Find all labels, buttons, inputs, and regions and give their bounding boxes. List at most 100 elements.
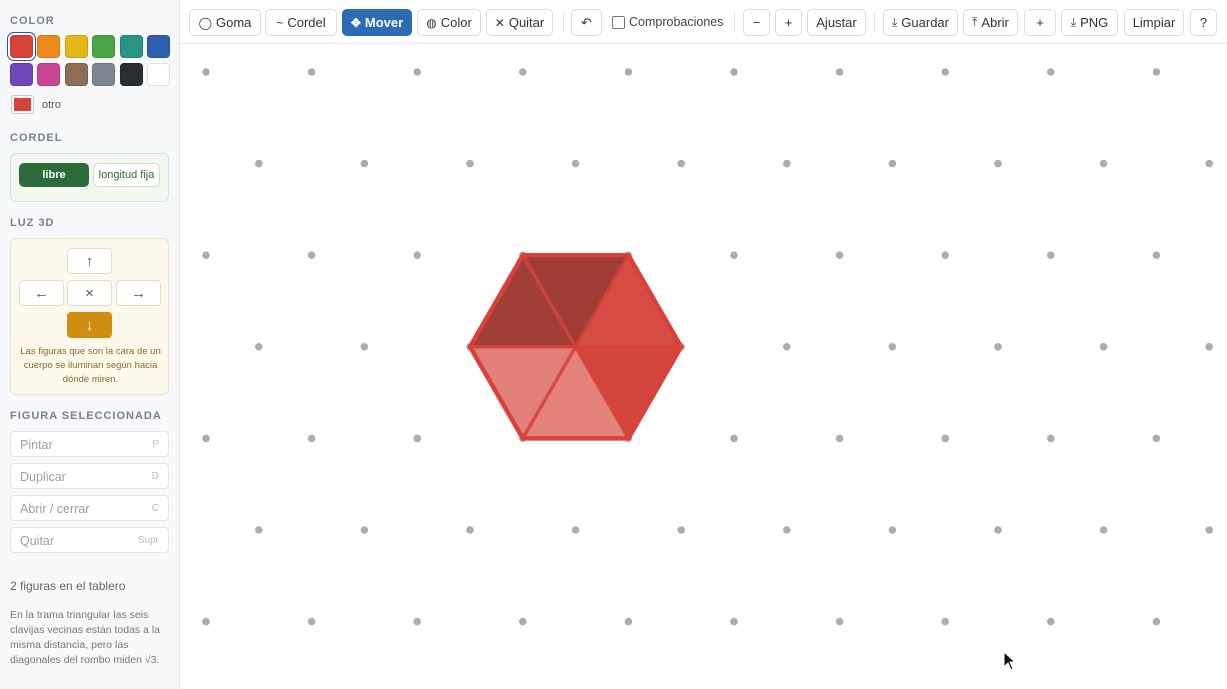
peg[interactable]	[888, 526, 897, 534]
peg[interactable]	[571, 159, 580, 168]
peg[interactable]	[1099, 526, 1108, 534]
custom-color-picker[interactable]	[11, 95, 34, 114]
peg[interactable]	[202, 68, 210, 76]
color-swatch-yellow[interactable]	[64, 35, 88, 58]
zoom-in-button[interactable]: +	[775, 9, 802, 36]
open-close-action[interactable]: Abrir / cerrar C	[10, 495, 169, 521]
peg[interactable]	[783, 159, 791, 168]
peg[interactable]	[360, 343, 369, 351]
peg[interactable]	[413, 68, 421, 76]
fit-button[interactable]: Ajustar	[807, 9, 866, 36]
peg[interactable]	[783, 526, 791, 534]
color-swatch-teal[interactable]	[119, 35, 143, 58]
light-right-button[interactable]: →	[116, 280, 161, 306]
color-swatch-green[interactable]	[92, 35, 116, 58]
peg[interactable]	[1205, 526, 1213, 534]
peg[interactable]	[941, 68, 949, 76]
peg[interactable]	[888, 159, 897, 168]
peg[interactable]	[835, 617, 844, 626]
color-swatch-orange[interactable]	[37, 35, 61, 58]
light-up-button[interactable]: ↑	[67, 248, 112, 274]
peg[interactable]	[888, 343, 897, 351]
peg[interactable]	[307, 251, 316, 259]
peg[interactable]	[413, 251, 421, 259]
peg[interactable]	[255, 526, 263, 534]
light-off-button[interactable]: ×	[67, 280, 112, 306]
undo-button[interactable]: ↶	[571, 9, 602, 36]
peg[interactable]	[466, 159, 474, 168]
help-button[interactable]: ?	[1190, 9, 1217, 36]
color-tool-button[interactable]: ◍ Color	[417, 9, 481, 36]
zoom-out-button[interactable]: −	[743, 9, 770, 36]
peg[interactable]	[1099, 159, 1108, 168]
peg[interactable]	[941, 251, 949, 259]
checks-toggle[interactable]: Comprobaciones	[612, 15, 724, 29]
duplicate-action[interactable]: Duplicar D	[10, 463, 169, 489]
goma-tool-button[interactable]: ◯ Goma	[189, 9, 261, 36]
color-swatch-blue[interactable]	[147, 35, 170, 58]
checks-checkbox[interactable]	[612, 15, 625, 29]
color-swatch-white[interactable]	[147, 63, 170, 86]
peg[interactable]	[941, 617, 949, 626]
paint-action[interactable]: Pintar P	[10, 431, 169, 457]
peg[interactable]	[624, 617, 633, 626]
clear-button[interactable]: Limpiar	[1124, 9, 1184, 36]
peg[interactable]	[994, 526, 1002, 534]
peg[interactable]	[1205, 343, 1213, 351]
peg[interactable]	[730, 434, 738, 443]
cordel-fixed-length-button[interactable]: longitud fija	[93, 163, 160, 187]
peg[interactable]	[307, 434, 316, 443]
color-swatch-red[interactable]	[10, 35, 33, 58]
peg[interactable]	[1152, 251, 1161, 259]
peg[interactable]	[1047, 434, 1055, 443]
peg[interactable]	[255, 159, 263, 168]
move-tool-button[interactable]: ✥ Mover	[342, 9, 412, 36]
peg[interactable]	[994, 343, 1002, 351]
peg[interactable]	[202, 251, 210, 259]
peg[interactable]	[360, 526, 369, 534]
peg[interactable]	[1099, 343, 1108, 351]
peg[interactable]	[1152, 68, 1161, 76]
peg[interactable]	[307, 617, 316, 626]
color-swatch-gray[interactable]	[92, 63, 116, 86]
light-left-button[interactable]: ←	[19, 280, 64, 306]
peg[interactable]	[466, 526, 474, 534]
peg[interactable]	[519, 68, 527, 76]
peg[interactable]	[1047, 251, 1055, 259]
peg[interactable]	[1205, 159, 1213, 168]
peg[interactable]	[1152, 617, 1161, 626]
light-down-button[interactable]: ↓	[67, 312, 112, 338]
cordel-tool-button[interactable]: ~ Cordel	[265, 9, 337, 36]
cordel-free-button[interactable]: libre	[19, 163, 89, 187]
remove-action[interactable]: Quitar Supr	[10, 527, 169, 553]
board-svg[interactable]	[180, 44, 1227, 689]
peg[interactable]	[730, 68, 738, 76]
png-export-button[interactable]: ⤓ PNG	[1061, 9, 1118, 36]
peg[interactable]	[202, 434, 210, 443]
hexagon-figure[interactable]	[467, 252, 684, 441]
peg[interactable]	[571, 526, 580, 534]
save-button[interactable]: ⤓ Guardar	[883, 9, 958, 36]
geoboard-canvas[interactable]	[180, 44, 1227, 689]
peg[interactable]	[994, 159, 1002, 168]
add-button[interactable]: +	[1024, 9, 1056, 36]
color-swatch-brown[interactable]	[64, 63, 88, 86]
peg[interactable]	[413, 434, 421, 443]
peg[interactable]	[1047, 68, 1055, 76]
peg[interactable]	[307, 68, 316, 76]
peg[interactable]	[1047, 617, 1055, 626]
color-swatch-black[interactable]	[119, 63, 143, 86]
peg[interactable]	[677, 159, 685, 168]
peg[interactable]	[730, 617, 738, 626]
peg[interactable]	[1152, 434, 1161, 443]
peg[interactable]	[255, 343, 263, 351]
peg[interactable]	[413, 617, 421, 626]
peg[interactable]	[835, 434, 844, 443]
remove-tool-button[interactable]: ✕ Quitar	[486, 9, 553, 36]
open-button[interactable]: ⤒ Abrir	[963, 9, 1018, 36]
peg[interactable]	[835, 251, 844, 259]
peg[interactable]	[677, 526, 685, 534]
peg[interactable]	[519, 617, 527, 626]
peg[interactable]	[624, 68, 633, 76]
peg[interactable]	[783, 343, 791, 351]
